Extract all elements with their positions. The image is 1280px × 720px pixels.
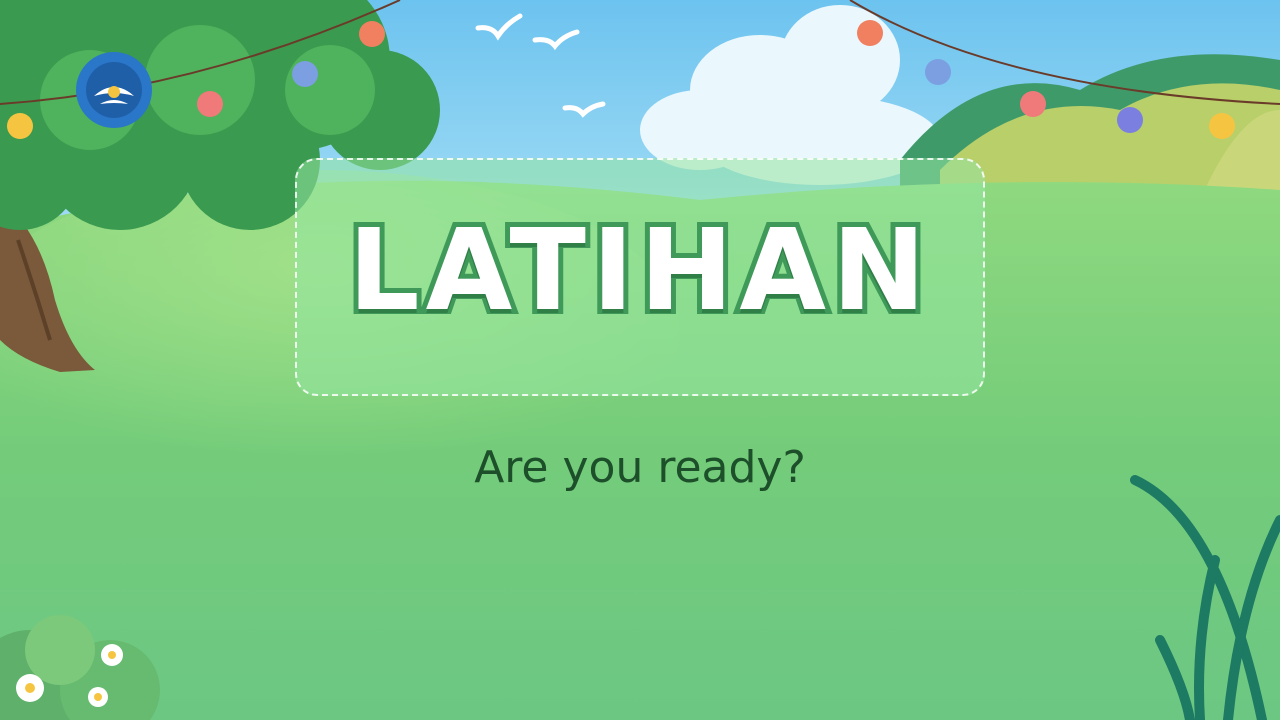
tut-wuri-handayani-logo-icon: [76, 52, 152, 128]
slide-subtitle: Are you ready?: [474, 441, 806, 493]
slide-title: LATIHAN: [343, 201, 932, 341]
slide-canvas: LATIHAN Are you ready?: [0, 0, 1280, 720]
